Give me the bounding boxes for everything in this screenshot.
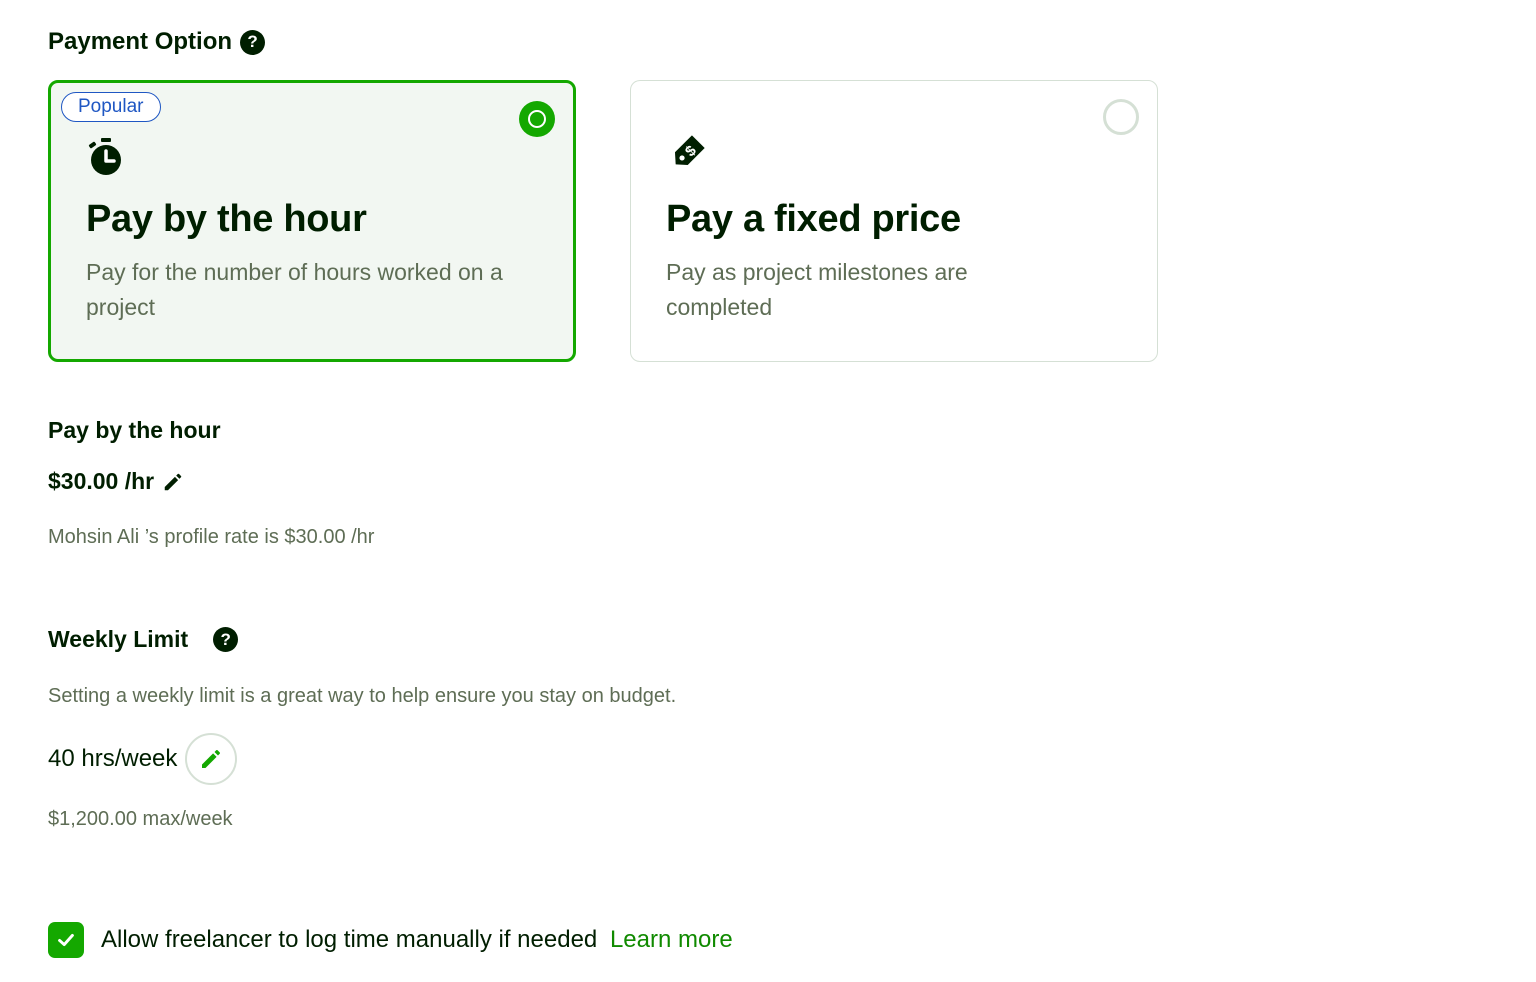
help-icon[interactable]: ? — [240, 29, 266, 55]
fixed-price-title: Pay a fixed price — [666, 198, 961, 240]
fixed-price-option-card[interactable]: $ Pay a fixed price Pay as project miles… — [630, 80, 1158, 362]
fixed-price-radio[interactable] — [1103, 99, 1139, 135]
weekly-limit-description: Setting a weekly limit is a great way to… — [48, 685, 677, 707]
hourly-rate-value: $30.00 /hr — [48, 468, 155, 494]
manual-time-row: Allow freelancer to log time manually if… — [48, 922, 733, 958]
weekly-hours-value: 40 hrs/week — [48, 745, 178, 772]
stopwatch-icon — [88, 138, 121, 175]
manual-time-label-text: Allow freelancer to log time manually if… — [101, 926, 598, 953]
weekly-max-amount: $1,200.00 max/week — [48, 808, 233, 830]
popular-badge: Popular — [61, 92, 161, 122]
payment-option-title: Payment Option — [48, 28, 233, 55]
edit-pencil-icon[interactable] — [162, 471, 184, 493]
weekly-limit-title: Weekly Limit — [48, 626, 189, 652]
pay-by-hour-description: Pay for the number of hours worked on a … — [86, 259, 503, 320]
price-tag-icon: $ — [674, 135, 705, 166]
help-icon[interactable]: ? — [213, 627, 239, 652]
manual-time-checkbox[interactable] — [48, 922, 84, 958]
learn-more-link[interactable]: Learn more — [610, 926, 733, 953]
pay-by-hour-radio[interactable] — [519, 101, 555, 137]
hourly-rate[interactable]: $30.00 /hr — [48, 468, 184, 495]
profile-rate-note: Mohsin Ali ’s profile rate is $30.00 /hr — [48, 526, 375, 548]
checkmark-icon — [58, 933, 74, 947]
payment-settings-page: Payment Option ? Popular Pay by the hour… — [0, 0, 1536, 982]
hourly-section-title: Pay by the hour — [48, 417, 221, 443]
pay-by-hour-option-card[interactable]: Popular Pay by the hour Pay for the numb… — [48, 80, 576, 362]
manual-time-label: Allow freelancer to log time manually if… — [101, 926, 733, 954]
payment-option-heading: Payment Option ? — [48, 28, 266, 56]
fixed-price-description: Pay as project milestones are completed — [666, 259, 968, 320]
edit-weekly-limit-button[interactable] — [185, 733, 238, 785]
pay-by-hour-title: Pay by the hour — [86, 198, 367, 240]
weekly-limit-heading: Weekly Limit ? — [48, 626, 239, 653]
weekly-hours-row: 40 hrs/week — [48, 733, 238, 785]
edit-pencil-icon — [202, 750, 221, 768]
